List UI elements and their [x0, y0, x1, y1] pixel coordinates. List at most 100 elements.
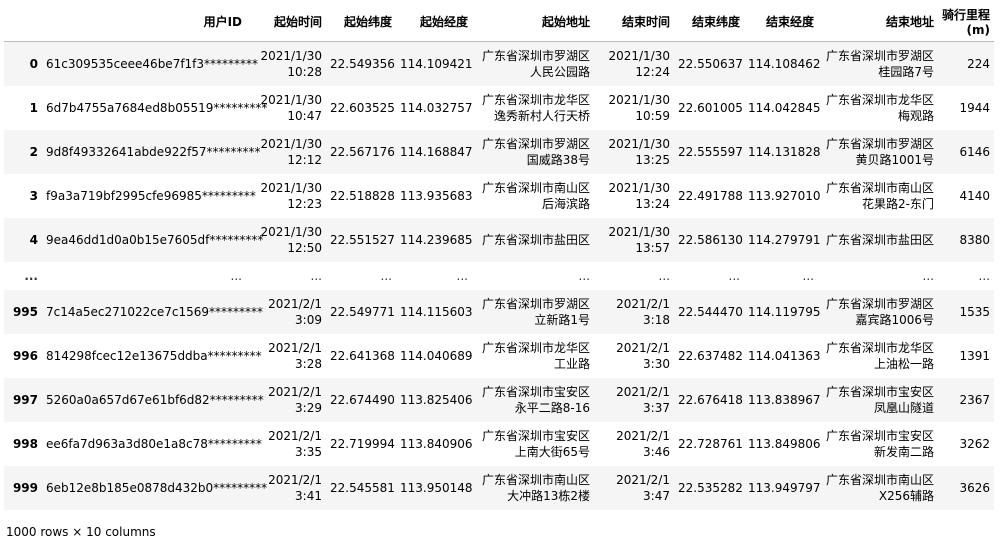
- cell-end-lat: 22.555597: [674, 130, 744, 174]
- cell-start-addr: 广东省深圳市龙华区逸秀新村人行天桥: [472, 86, 594, 130]
- cell-user-id: 814298fcec12e13675ddba*********: [42, 334, 262, 378]
- cell-user-id: 7c14a5ec271022ce7c1569*********: [42, 290, 263, 334]
- cell-end-lat: ...: [674, 262, 744, 290]
- cell-end-lat: 22.637482: [674, 334, 744, 378]
- cell-end-time: 2021/1/30 13:57: [594, 218, 674, 262]
- cell-user-id: ...: [42, 262, 246, 290]
- row-index: 3: [4, 174, 42, 218]
- header-start-lon: 起始经度: [396, 4, 472, 42]
- header-start-time: 起始时间: [246, 4, 326, 42]
- cell-start-addr: 广东省深圳市罗湖区国威路38号: [472, 130, 594, 174]
- cell-start-addr: 广东省深圳市龙华区工业路: [472, 334, 594, 378]
- cell-start-lat: 22.674490: [326, 378, 396, 422]
- cell-end-addr: 广东省深圳市盐田区: [818, 218, 938, 262]
- cell-end-time: 2021/2/1 3:37: [594, 378, 674, 422]
- cell-start-time: 2021/1/30 10:28: [246, 41, 326, 86]
- cell-distance: 2367: [938, 378, 994, 422]
- cell-start-lon: 113.935683: [396, 174, 473, 218]
- cell-start-lon: 114.239685: [396, 218, 473, 262]
- cell-user-id: 5260a0a657d67e61bf6d82*********: [42, 378, 264, 422]
- cell-start-lon: 114.115603: [396, 290, 473, 334]
- ellipsis-row: .................................: [4, 262, 994, 290]
- cell-start-addr: 广东省深圳市宝安区永平二路8-16: [472, 378, 594, 422]
- header-end-lat: 结束纬度: [674, 4, 744, 42]
- cell-start-lat: 22.719994: [326, 422, 396, 466]
- cell-start-addr: 广东省深圳市罗湖区立新路1号: [472, 290, 594, 334]
- table-row: 1 6d7b4755a7684ed8b05519********* 2021/1/3…: [4, 86, 994, 130]
- cell-user-id: 9ea46dd1d0a0b15e7605df*********: [42, 218, 263, 262]
- row-index: 997: [4, 378, 42, 422]
- cell-end-lon: 114.041363: [744, 334, 821, 378]
- cell-end-addr: 广东省深圳市龙华区梅观路: [818, 86, 938, 130]
- cell-distance: 224: [938, 41, 994, 86]
- cell-end-time: 2021/1/30 12:24: [594, 41, 674, 86]
- cell-start-addr: 广东省深圳市盐田区: [472, 218, 594, 262]
- cell-end-time: 2021/2/1 3:18: [594, 290, 674, 334]
- cell-start-lat: 22.549771: [326, 290, 396, 334]
- cell-end-lon: 114.279791: [744, 218, 821, 262]
- cell-start-lon: 113.950148: [396, 466, 473, 510]
- cell-start-addr: 广东省深圳市罗湖区人民公园路: [472, 41, 594, 86]
- header-start-addr: 起始地址: [472, 4, 594, 42]
- row-index: 998: [4, 422, 42, 466]
- cell-end-lon: 113.838967: [744, 378, 821, 422]
- cell-start-lon: 113.840906: [396, 422, 473, 466]
- dataframe-output: 用户ID 起始时间 起始纬度 起始经度 起始地址 结束时间 结束纬度 结束经度 …: [0, 4, 996, 510]
- cell-start-lat: 22.549356: [326, 41, 396, 86]
- cell-end-lat: 22.586130: [674, 218, 744, 262]
- cell-end-lat: 22.535282: [674, 466, 744, 510]
- table-body: 0 61c309535ceee46be7f1f3********* 2021/1/3…: [4, 41, 994, 510]
- cell-end-lat: 22.601005: [674, 86, 744, 130]
- cell-end-time: 2021/2/1 3:30: [594, 334, 674, 378]
- cell-end-addr: 广东省深圳市龙华区上油松一路: [818, 334, 938, 378]
- row-index: 995: [4, 290, 42, 334]
- cell-start-lat: 22.567176: [326, 130, 396, 174]
- row-index: 1: [4, 86, 42, 130]
- cell-end-lon: 113.849806: [744, 422, 821, 466]
- cell-user-id: 6eb12e8b185e0878d432b0*********: [42, 466, 267, 510]
- row-index: ...: [4, 262, 42, 290]
- cell-end-lon: ...: [744, 262, 818, 290]
- table-row: 3 f9a3a719bf2995cfe96985********* 2021/1/3…: [4, 174, 994, 218]
- cell-start-lon: 114.032757: [396, 86, 473, 130]
- cell-end-addr: 广东省深圳市南山区X256辅路: [818, 466, 938, 510]
- cell-start-time: ...: [246, 262, 326, 290]
- table-row: 0 61c309535ceee46be7f1f3********* 2021/1/3…: [4, 41, 994, 86]
- cell-user-id: 6d7b4755a7684ed8b05519*********: [42, 86, 267, 130]
- cell-start-lat: 22.641368: [326, 334, 396, 378]
- cell-distance: 1391: [938, 334, 994, 378]
- header-user-id: 用户ID: [42, 4, 246, 42]
- header-end-time: 结束时间: [594, 4, 674, 42]
- cell-start-lon: ...: [396, 262, 472, 290]
- cell-distance: 4140: [938, 174, 994, 218]
- cell-end-lon: 114.131828: [744, 130, 821, 174]
- cell-distance: 8380: [938, 218, 994, 262]
- table-row: 997 5260a0a657d67e61bf6d82********* 2021/2…: [4, 378, 994, 422]
- cell-end-lon: 114.119795: [744, 290, 821, 334]
- cell-user-id: 61c309535ceee46be7f1f3*********: [42, 41, 258, 86]
- cell-end-lat: 22.491788: [674, 174, 744, 218]
- cell-start-lon: 114.168847: [396, 130, 473, 174]
- table-row: 996 814298fcec12e13675ddba********* 2021/2…: [4, 334, 994, 378]
- cell-start-addr: 广东省深圳市南山区后海滨路: [472, 174, 594, 218]
- cell-end-time: 2021/2/1 3:46: [594, 422, 674, 466]
- cell-end-addr: 广东省深圳市罗湖区黄贝路1001号: [818, 130, 938, 174]
- header-start-lat: 起始纬度: [326, 4, 396, 42]
- cell-end-lon: 114.108462: [744, 41, 821, 86]
- row-index: 2: [4, 130, 42, 174]
- table-row: 4 9ea46dd1d0a0b15e7605df********* 2021/1/3…: [4, 218, 994, 262]
- header-distance: 骑行里程(m): [938, 4, 994, 42]
- cell-distance: 3626: [938, 466, 994, 510]
- cell-end-lat: 22.676418: [674, 378, 744, 422]
- header-end-addr: 结束地址: [818, 4, 938, 42]
- header-row: 用户ID 起始时间 起始纬度 起始经度 起始地址 结束时间 结束纬度 结束经度 …: [4, 4, 994, 42]
- cell-end-addr: 广东省深圳市南山区花果路2-东门: [818, 174, 938, 218]
- cell-user-id: ee6fa7d963a3d80e1a8c78*********: [42, 422, 262, 466]
- cell-end-lat: 22.544470: [674, 290, 744, 334]
- cell-end-time: 2021/1/30 13:25: [594, 130, 674, 174]
- cell-distance: 3262: [938, 422, 994, 466]
- cell-start-lon: 114.040689: [396, 334, 473, 378]
- cell-end-addr: 广东省深圳市宝安区新发南二路: [818, 422, 938, 466]
- row-index: 996: [4, 334, 42, 378]
- row-index: 4: [4, 218, 42, 262]
